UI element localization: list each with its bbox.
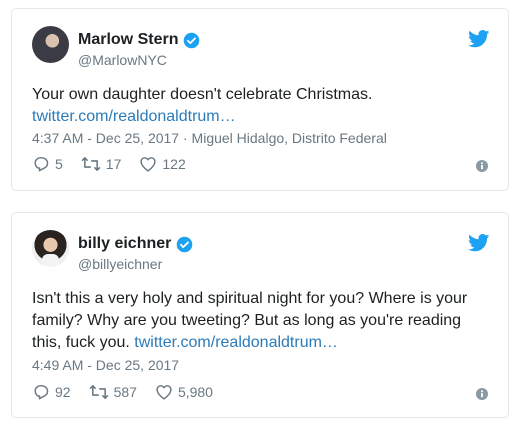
- like-icon: [156, 385, 172, 400]
- reply-button[interactable]: 92: [32, 384, 71, 400]
- reply-count: 5: [55, 156, 63, 172]
- twitter-bird-icon[interactable]: [468, 234, 490, 252]
- author-name[interactable]: Marlow Stern: [78, 30, 178, 50]
- author-row[interactable]: Marlow Stern: [78, 30, 200, 50]
- tweet-text: Isn't this a very holy and spiritual nig…: [32, 288, 490, 354]
- reply-count: 92: [55, 384, 71, 400]
- tweet-actions: 5 17 122: [32, 156, 204, 172]
- retweet-button[interactable]: 587: [89, 384, 137, 400]
- info-icon[interactable]: [476, 160, 488, 172]
- timestamp[interactable]: 4:49 AM - Dec 25, 2017: [32, 357, 179, 373]
- tweet-link[interactable]: twitter.com/realdonaldtrum…: [32, 108, 236, 125]
- author-handle[interactable]: @billyeichner: [78, 255, 162, 273]
- retweet-button[interactable]: 17: [81, 156, 122, 172]
- meta-separator: ·: [182, 130, 192, 146]
- twitter-bird-icon[interactable]: [468, 30, 490, 48]
- location[interactable]: Miguel Hidalgo, Distrito Federal: [192, 130, 387, 146]
- retweet-count: 587: [113, 384, 137, 400]
- retweet-count: 17: [105, 156, 122, 172]
- reply-icon: [34, 157, 49, 172]
- like-count: 122: [162, 156, 186, 172]
- author-name[interactable]: billy eichner: [78, 234, 171, 254]
- tweet-link[interactable]: twitter.com/realdonaldtrum…: [134, 334, 338, 351]
- avatar[interactable]: [32, 230, 69, 267]
- tweet-card[interactable]: Marlow Stern @MarlowNYC Your own daughte…: [11, 8, 509, 191]
- tweet-meta: 4:49 AM - Dec 25, 2017: [32, 356, 179, 374]
- like-button[interactable]: 122: [139, 156, 186, 172]
- tweet-card[interactable]: billy eichner @billyeichner Isn't this a…: [11, 212, 509, 418]
- verified-badge-icon: [184, 32, 200, 48]
- retweet-icon: [81, 157, 101, 171]
- avatar[interactable]: [32, 26, 69, 63]
- tweet-meta: 4:37 AM - Dec 25, 2017 · Miguel Hidalgo,…: [32, 129, 387, 147]
- author-row[interactable]: billy eichner: [78, 234, 193, 254]
- retweet-icon: [89, 385, 108, 399]
- author-handle[interactable]: @MarlowNYC: [78, 51, 167, 69]
- tweet-actions: 92 587 5,980: [32, 384, 231, 400]
- like-count: 5,980: [177, 384, 213, 400]
- timestamp[interactable]: 4:37 AM - Dec 25, 2017: [32, 130, 179, 146]
- info-icon[interactable]: [476, 388, 488, 400]
- verified-badge-icon: [177, 236, 193, 252]
- tweet-text: Your own daughter doesn't celebrate Chri…: [32, 84, 490, 128]
- like-button[interactable]: 5,980: [155, 384, 213, 400]
- like-icon: [140, 157, 157, 172]
- tweet-body: Your own daughter doesn't celebrate Chri…: [32, 86, 373, 103]
- reply-button[interactable]: 5: [32, 156, 63, 172]
- reply-icon: [34, 385, 49, 400]
